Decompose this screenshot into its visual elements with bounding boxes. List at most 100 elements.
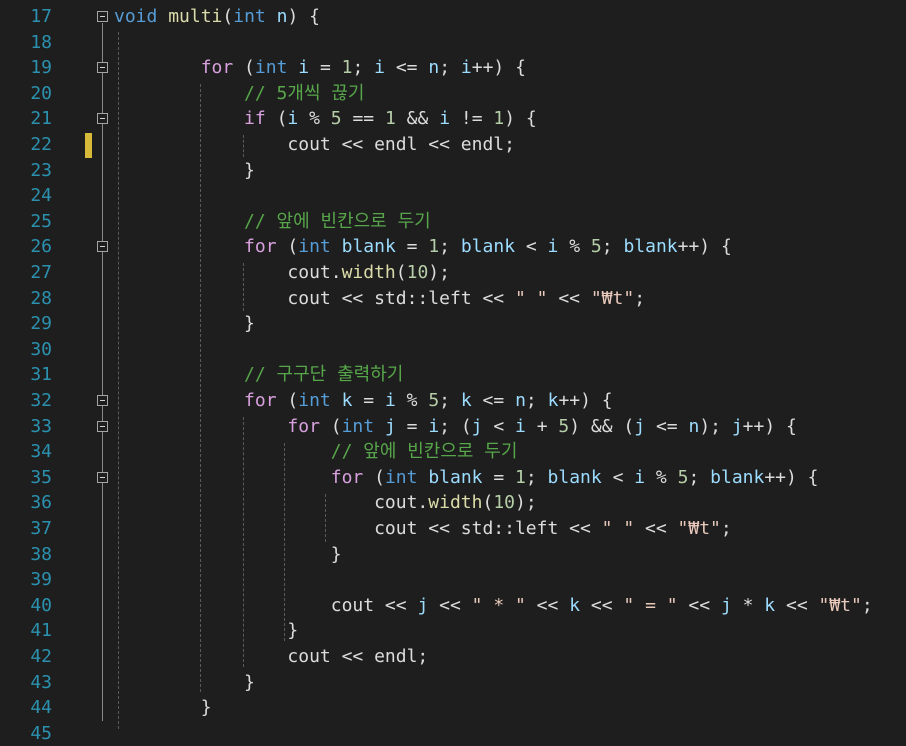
code-line[interactable]: 29 } xyxy=(0,311,906,337)
code-line[interactable]: 24 xyxy=(0,183,906,209)
code-text[interactable]: cout.width(10); xyxy=(114,490,537,516)
code-token: // 구구단 출력하기 xyxy=(244,364,404,386)
code-token: ; xyxy=(720,518,732,539)
code-token: // 5개씩 끊기 xyxy=(244,82,365,104)
line-number: 37 xyxy=(30,518,52,539)
code-text[interactable]: } xyxy=(114,618,298,644)
collapse-icon[interactable] xyxy=(97,11,108,22)
code-token: blank xyxy=(623,236,678,258)
code-token: % xyxy=(298,108,331,130)
line-number: 34 xyxy=(30,441,52,463)
code-line[interactable]: 26 for (int blank = 1; blank < i % 5; bl… xyxy=(0,234,906,260)
code-text[interactable]: cout << endl; xyxy=(114,644,428,670)
code-text[interactable]: cout << endl << endl; xyxy=(114,132,515,158)
code-token: j xyxy=(417,594,429,616)
code-line[interactable]: 21 if (i % 5 == 1 && i != 1) { xyxy=(0,106,906,132)
code-editor[interactable]: 17 void multi(int n) {18 19 for (int i = 1… xyxy=(0,0,906,744)
code-line[interactable]: 41 } xyxy=(0,618,906,644)
code-token: % xyxy=(395,390,429,411)
code-text[interactable]: } xyxy=(114,311,255,337)
collapse-icon[interactable] xyxy=(97,420,108,432)
code-text[interactable]: for (int k = i % 5; k <= n; k++) { xyxy=(114,388,613,414)
code-line[interactable]: 17 void multi(int n) { xyxy=(0,4,906,30)
code-line[interactable]: 45 xyxy=(0,721,906,746)
code-token: < xyxy=(601,466,635,488)
code-text[interactable]: } xyxy=(114,542,342,568)
code-token: " = " xyxy=(623,594,678,616)
code-token: = xyxy=(352,390,385,411)
code-line[interactable]: 40 cout << j << " * " << k << " = " << j… xyxy=(0,593,906,619)
code-line[interactable]: 20 // 5개씩 끊기 xyxy=(0,81,906,107)
code-text[interactable]: // 앞에 빈칸으로 두기 xyxy=(114,439,518,465)
code-line[interactable]: 36 cout.width(10); xyxy=(0,490,906,516)
code-token: 5 xyxy=(428,390,440,411)
code-token: blank xyxy=(547,466,602,488)
line-number: 20 xyxy=(30,82,52,104)
code-text[interactable]: cout << j << " * " << k << " = " << j * … xyxy=(114,593,873,619)
code-token: ; xyxy=(601,236,624,258)
code-token: ( xyxy=(222,6,234,27)
code-token: == xyxy=(341,108,385,130)
collapse-icon[interactable] xyxy=(97,395,108,406)
code-token: = xyxy=(482,466,516,488)
code-line[interactable]: 19 for (int i = 1; i <= n; i++) { xyxy=(0,55,906,81)
code-line[interactable]: 38 } xyxy=(0,542,906,568)
code-line[interactable]: 28 cout << std::left << " " << "₩t"; xyxy=(0,286,906,312)
code-token: j xyxy=(634,415,646,437)
code-token: cout << endl << endl; xyxy=(114,134,515,155)
code-text[interactable]: void multi(int n) { xyxy=(114,4,320,30)
collapse-icon[interactable] xyxy=(97,62,108,74)
code-text[interactable]: for (int blank = 1; blank < i % 5; blank… xyxy=(114,465,819,491)
code-token: 1 xyxy=(341,57,353,79)
code-line[interactable]: 34 // 앞에 빈칸으로 두기 xyxy=(0,439,906,465)
line-number: 39 xyxy=(30,569,52,591)
code-line[interactable]: 18 xyxy=(0,30,906,56)
code-line[interactable]: 25 // 앞에 빈칸으로 두기 xyxy=(0,209,906,235)
code-line[interactable]: 44 } xyxy=(0,695,906,721)
code-token: cout. xyxy=(114,262,342,283)
code-text[interactable]: } xyxy=(114,695,212,721)
code-line[interactable]: 30 xyxy=(0,337,906,363)
code-line[interactable]: 42 cout << endl; xyxy=(0,644,906,670)
code-text[interactable]: // 5개씩 끊기 xyxy=(114,81,364,107)
collapse-icon[interactable] xyxy=(97,113,108,125)
code-line[interactable]: 32 for (int k = i % 5; k <= n; k++) { xyxy=(0,388,906,414)
code-text[interactable]: for (int i = 1; i <= n; i++) { xyxy=(114,55,526,81)
code-line[interactable]: 31 // 구구단 출력하기 xyxy=(0,362,906,388)
code-token: width xyxy=(428,492,483,514)
code-token: ; xyxy=(634,287,646,309)
code-token: << xyxy=(547,287,591,309)
code-line[interactable]: 37 cout << std::left << " " << "₩t"; xyxy=(0,516,906,542)
code-token: j xyxy=(720,594,732,616)
code-token: } xyxy=(114,159,255,181)
code-token: k xyxy=(764,594,776,616)
code-line[interactable]: 35 for (int blank = 1; blank < i % 5; bl… xyxy=(0,465,906,491)
code-line[interactable]: 43 } xyxy=(0,670,906,696)
code-line[interactable]: 23 } xyxy=(0,158,906,184)
code-token: ; xyxy=(525,390,548,411)
code-line[interactable]: 27 cout.width(10); xyxy=(0,260,906,286)
code-token: i xyxy=(384,390,396,411)
code-line[interactable]: 39 xyxy=(0,567,906,593)
code-line[interactable]: 22 cout << endl << endl; xyxy=(0,132,906,158)
code-text[interactable]: // 앞에 빈칸으로 두기 xyxy=(114,209,431,235)
code-text[interactable]: for (int blank = 1; blank < i % 5; blank… xyxy=(114,234,732,260)
code-text[interactable]: for (int j = i; (j < i + 5) && (j <= n);… xyxy=(114,414,796,440)
code-text[interactable]: } xyxy=(114,158,255,184)
code-text[interactable]: if (i % 5 == 1 && i != 1) { xyxy=(114,106,537,132)
code-text[interactable]: // 구구단 출력하기 xyxy=(114,362,403,388)
code-text[interactable]: } xyxy=(114,670,255,696)
line-number: 28 xyxy=(30,287,52,309)
code-text[interactable]: cout << std::left << " " << "₩t"; xyxy=(114,516,732,542)
collapse-icon[interactable] xyxy=(97,471,108,483)
code-text[interactable]: cout.width(10); xyxy=(114,260,450,286)
code-token: k xyxy=(569,594,581,616)
collapse-icon[interactable] xyxy=(97,241,108,253)
line-number: 18 xyxy=(30,31,52,53)
code-text[interactable]: cout << std::left << " " << "₩t"; xyxy=(114,286,645,312)
code-line[interactable]: 33 for (int j = i; (j < i + 5) && (j <= … xyxy=(0,414,906,440)
